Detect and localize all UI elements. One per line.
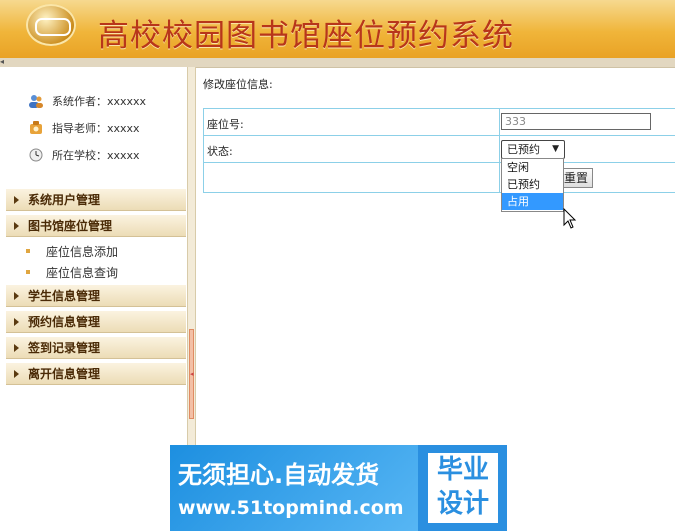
status-option-highlighted[interactable]: 占用 bbox=[502, 193, 563, 210]
watermark-line1: 无须担心.自动发货 bbox=[178, 461, 380, 489]
seat-row: 座位号: 333 bbox=[203, 108, 675, 136]
status-dropdown-list[interactable]: 空闲 已预约 占用 bbox=[501, 158, 564, 212]
author-label: 系统作者：xxxxxx bbox=[52, 95, 147, 108]
menu-student-info[interactable]: 学生信息管理 bbox=[6, 285, 186, 307]
left-arrow-icon: ◂ bbox=[0, 57, 5, 66]
sidebar: 系统作者：xxxxxx 指导老师：xxxxx 所在学校：xxxxx 系统用户管理… bbox=[0, 67, 188, 531]
app-header: 高校校园图书馆座位预约系统 bbox=[0, 0, 675, 58]
menu-reservation-info[interactable]: 预约信息管理 bbox=[6, 311, 186, 333]
splitter-grip[interactable]: ◂ bbox=[189, 329, 194, 419]
submenu-seat-add[interactable]: 座位信息添加 bbox=[25, 243, 118, 260]
school-label: 所在学校：xxxxx bbox=[52, 149, 140, 162]
menu-seat-management[interactable]: 图书馆座位管理 bbox=[6, 215, 186, 237]
seat-number-input[interactable]: 333 bbox=[501, 113, 651, 130]
watermark-badge: 毕业设计 bbox=[436, 455, 489, 519]
author-info: 系统作者：xxxxxx bbox=[28, 93, 146, 109]
teacher-icon bbox=[28, 121, 44, 135]
actions-row: 重置 bbox=[203, 162, 675, 193]
watermark-banner: 无须担心.自动发货 www.51topmind.com 毕业设计 bbox=[170, 445, 507, 531]
status-option[interactable]: 空闲 bbox=[502, 159, 563, 176]
status-option[interactable]: 已预约 bbox=[502, 176, 563, 193]
users-icon bbox=[28, 94, 44, 108]
edit-seat-form: 座位号: 333 状态: 已预约 ▼ 重置 bbox=[203, 108, 675, 193]
menu-system-users[interactable]: 系统用户管理 bbox=[6, 189, 186, 211]
watermark-url: www.51topmind.com bbox=[178, 497, 404, 519]
status-label: 状态: bbox=[207, 145, 233, 158]
app-title: 高校校园图书馆座位预约系统 bbox=[98, 18, 514, 54]
seat-label: 座位号: bbox=[207, 118, 244, 131]
status-row: 状态: 已预约 ▼ bbox=[203, 135, 675, 163]
page-title: 修改座位信息: bbox=[203, 78, 273, 91]
status-selected-value: 已预约 bbox=[507, 143, 540, 156]
teacher-label: 指导老师：xxxxx bbox=[52, 122, 140, 135]
menu-leave-info[interactable]: 离开信息管理 bbox=[6, 363, 186, 385]
chevron-down-icon: ▼ bbox=[552, 144, 559, 154]
mouse-cursor-icon bbox=[563, 208, 577, 229]
logo-icon bbox=[26, 4, 76, 46]
menu-checkin-records[interactable]: 签到记录管理 bbox=[6, 337, 186, 359]
submenu-seat-query[interactable]: 座位信息查询 bbox=[25, 264, 118, 281]
clock-icon bbox=[28, 148, 44, 162]
status-select[interactable]: 已预约 ▼ bbox=[501, 140, 565, 159]
school-info: 所在学校：xxxxx bbox=[28, 147, 140, 163]
collapse-arrow-icon: ◂ bbox=[190, 370, 194, 378]
teacher-info: 指导老师：xxxxx bbox=[28, 120, 140, 136]
